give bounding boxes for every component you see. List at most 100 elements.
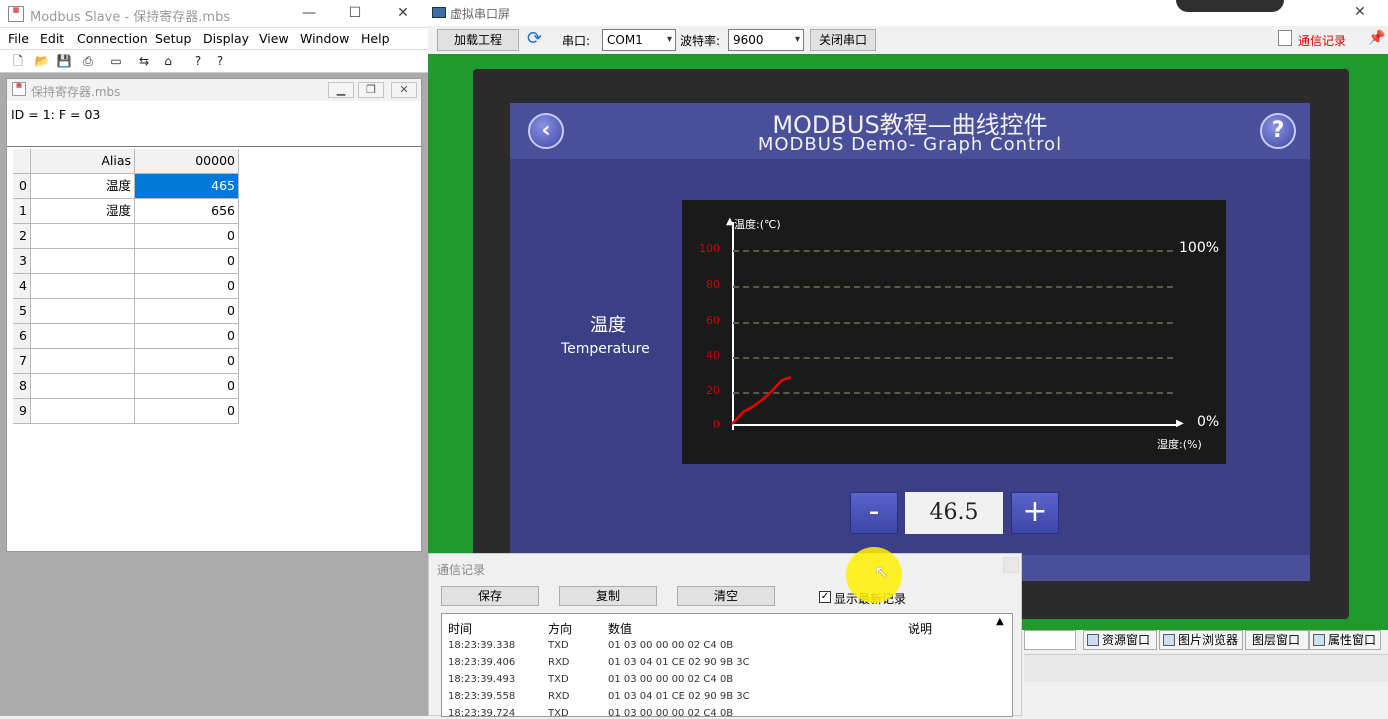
row-index: 2 xyxy=(13,224,31,249)
hmi-screen: ‹ MODBUS教程—曲线控件 MODBUS Demo- Graph Contr… xyxy=(510,103,1310,581)
log-dir: TXD xyxy=(548,708,569,719)
minimize-button[interactable]: — xyxy=(286,0,332,28)
register-value-cell[interactable]: 0 xyxy=(135,324,239,349)
pin-icon[interactable]: 📌 xyxy=(1368,30,1385,46)
save-icon[interactable]: 💾 xyxy=(56,53,72,69)
vs-title-bar: 虚拟串口屏 ✕ xyxy=(428,0,1388,26)
graph-control: ▲ ▶ 温度:(℃) 湿度:(%) 100% 0% 100 80 60 40 2… xyxy=(682,200,1226,464)
menu-edit[interactable]: Edit xyxy=(40,31,64,46)
chevron-down-icon: ▾ xyxy=(666,34,672,45)
child-minimize-button[interactable]: ▁ xyxy=(328,82,354,98)
curve-svg xyxy=(731,375,792,425)
window-title: Modbus Slave - 保持寄存器.mbs xyxy=(30,10,231,25)
properties-icon xyxy=(1313,634,1325,646)
port-value: COM1 xyxy=(607,33,643,47)
register-value-cell[interactable]: 0 xyxy=(135,374,239,399)
dock-dropdown[interactable] xyxy=(1024,630,1076,650)
copy-button[interactable]: 复制 xyxy=(559,586,657,606)
scroll-up-icon[interactable]: ▲ xyxy=(996,616,1004,627)
child-title: 保持寄存器.mbs xyxy=(31,85,121,99)
register-value-cell[interactable]: 0 xyxy=(135,274,239,299)
log-time: 18:23:39.338 xyxy=(448,640,516,651)
help-icon[interactable]: ? xyxy=(190,53,206,69)
plus-button[interactable]: + xyxy=(1011,492,1059,534)
disconnect-icon[interactable]: ⌂ xyxy=(160,53,176,69)
row-index: 3 xyxy=(13,249,31,274)
close-button[interactable]: ✕ xyxy=(380,0,426,28)
id-line: ID = 1: F = 03 xyxy=(11,107,101,122)
hmi-bezel: ‹ MODBUS教程—曲线控件 MODBUS Demo- Graph Contr… xyxy=(473,69,1349,619)
row-index: 6 xyxy=(13,324,31,349)
log-time: 18:23:39.406 xyxy=(448,657,516,668)
register-value-cell[interactable]: 0 xyxy=(135,349,239,374)
row-index: 8 xyxy=(13,374,31,399)
dock-tab-label: 资源窗口 xyxy=(1102,633,1151,647)
close-port-button[interactable]: 关闭串口 xyxy=(810,29,876,51)
register-value-cell[interactable]: 465 xyxy=(135,174,239,199)
menu-help[interactable]: Help xyxy=(361,31,390,46)
child-restore-button[interactable]: ❐ xyxy=(358,82,384,98)
alias-cell[interactable]: 湿度 xyxy=(31,199,135,224)
log-dir: RXD xyxy=(548,691,570,702)
alias-cell[interactable] xyxy=(31,249,135,274)
alias-cell[interactable] xyxy=(31,399,135,424)
minus-button[interactable]: - xyxy=(850,492,898,534)
menu-display[interactable]: Display xyxy=(203,31,249,46)
doc-icon: ▦ xyxy=(12,82,26,96)
show-latest-checkbox[interactable]: ✓ xyxy=(819,591,831,603)
register-value-cell[interactable]: 0 xyxy=(135,299,239,324)
alias-cell[interactable] xyxy=(31,299,135,324)
log-dir: TXD xyxy=(548,640,569,651)
port-label: 串口: xyxy=(562,34,591,48)
new-file-icon[interactable]: 🗋 xyxy=(10,53,26,69)
help-question-icon[interactable]: ? xyxy=(1260,113,1296,149)
child-window: ▦ 保持寄存器.mbs ▁ ❐ ✕ ID = 1: F = 03 Alias 00… xyxy=(6,78,422,552)
menu-connection[interactable]: Connection xyxy=(77,31,148,46)
connect-icon[interactable]: ⇆ xyxy=(136,53,152,69)
comm-log-link[interactable]: 通信记录 xyxy=(1298,32,1346,49)
dock-tab-images[interactable]: 图片浏览器 xyxy=(1159,630,1243,650)
col-dir: 方向 xyxy=(548,622,573,636)
col-time: 时间 xyxy=(448,622,473,636)
window-icon[interactable]: ▭ xyxy=(108,53,124,69)
vs-close-button[interactable]: ✕ xyxy=(1354,4,1366,20)
register-value-cell[interactable]: 0 xyxy=(135,399,239,424)
dock-tab-layers[interactable]: 图层窗口 xyxy=(1245,630,1309,650)
port-select[interactable]: COM1 ▾ xyxy=(602,29,676,51)
dock-tab-properties[interactable]: 属性窗口 xyxy=(1309,630,1381,650)
context-help-icon[interactable]: ? xyxy=(212,53,228,69)
register-value-cell[interactable]: 656 xyxy=(135,199,239,224)
baud-select[interactable]: 9600 ▾ xyxy=(728,29,804,51)
log-icon[interactable] xyxy=(1278,30,1292,46)
open-folder-icon[interactable]: 📂 xyxy=(34,53,50,69)
alias-cell[interactable] xyxy=(31,349,135,374)
log-dir: RXD xyxy=(548,657,570,668)
register-value-cell[interactable]: 0 xyxy=(135,249,239,274)
alias-cell[interactable] xyxy=(31,224,135,249)
load-project-button[interactable]: 加载工程 xyxy=(437,29,519,51)
baud-label: 波特率: xyxy=(680,34,721,48)
child-close-button[interactable]: ✕ xyxy=(391,82,417,98)
alias-cell[interactable] xyxy=(31,274,135,299)
alias-cell[interactable] xyxy=(31,374,135,399)
refresh-icon[interactable]: ⟳ xyxy=(527,30,542,48)
log-data: 01 03 00 00 00 02 C4 0B xyxy=(608,708,734,719)
temperature-series-line xyxy=(731,375,792,425)
app-icon: ▦ xyxy=(8,6,24,22)
menu-view[interactable]: View xyxy=(259,31,289,46)
comm-log-close-button[interactable] xyxy=(1003,557,1019,573)
dock-tab-resources[interactable]: 资源窗口 xyxy=(1083,630,1157,650)
clear-button[interactable]: 清空 xyxy=(677,586,775,606)
menu-window[interactable]: Window xyxy=(300,31,349,46)
menu-file[interactable]: File xyxy=(8,31,29,46)
alias-cell[interactable] xyxy=(31,324,135,349)
register-value-cell[interactable]: 0 xyxy=(135,224,239,249)
save-button[interactable]: 保存 xyxy=(441,586,539,606)
row-index: 4 xyxy=(13,274,31,299)
maximize-button[interactable]: ☐ xyxy=(332,0,378,28)
dock-tab-label: 图层窗口 xyxy=(1252,633,1301,647)
log-time: 18:23:39.493 xyxy=(448,674,516,685)
menu-setup[interactable]: Setup xyxy=(155,31,191,46)
alias-cell[interactable]: 温度 xyxy=(31,174,135,199)
print-icon[interactable]: ⎙ xyxy=(80,53,96,69)
